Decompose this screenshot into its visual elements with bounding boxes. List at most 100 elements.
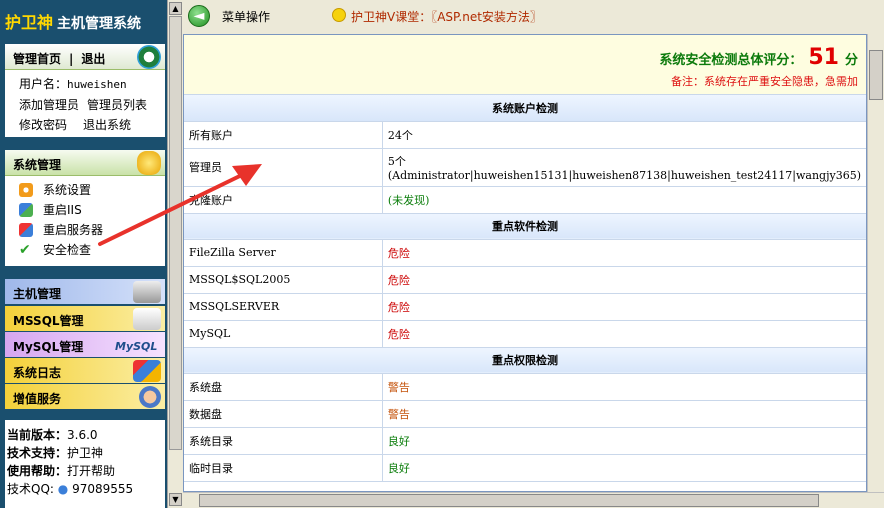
menu-system-log[interactable]: 系统日志	[5, 358, 165, 384]
menu-operation-label[interactable]: 菜单操作	[222, 8, 270, 25]
item-value: 良好	[382, 427, 866, 455]
item-value: 警告	[382, 400, 866, 428]
content-horizontal-scrollbar[interactable]	[183, 492, 884, 508]
menu-mysql-management[interactable]: MySQL管理 MySQL	[5, 332, 165, 358]
item-name: MySQL	[184, 320, 383, 348]
item-value: 警告	[382, 373, 866, 401]
home-link[interactable]: 管理首页	[13, 52, 61, 66]
qq-icon: ●	[57, 482, 69, 496]
servers-icon	[133, 281, 161, 303]
section-header: 重点权限检测	[184, 347, 866, 374]
menu-item-restart-iis[interactable]: 重启IIS	[19, 200, 165, 220]
exit-system-link[interactable]: 退出系统	[83, 118, 131, 132]
table-row: 系统盘 警告	[184, 373, 866, 401]
menu-item-security-check[interactable]: ✔ 安全检查	[19, 240, 165, 260]
support-label: 技术支持：	[7, 446, 68, 460]
table-row: 所有账户 24个	[184, 121, 866, 149]
course-link[interactable]: 护卫神V课堂：〖ASP.net安装方法〗	[351, 8, 542, 25]
menu-label: MSSQL管理	[13, 314, 84, 328]
section-title: 重点权限检测	[184, 347, 866, 374]
brand-title: 主机管理系统	[57, 16, 142, 32]
content-vertical-scrollbar[interactable]	[867, 34, 884, 492]
scroll-down-icon[interactable]: ▼	[169, 493, 182, 506]
system-panel: 系统管理 系统设置 重启IIS 重启服务器 ✔ 安全检查	[5, 150, 165, 266]
item-value: 24个	[382, 121, 866, 149]
arrow-left-icon[interactable]: ◄	[188, 5, 210, 27]
menu-label: 系统日志	[13, 366, 62, 380]
support-value: 护卫神	[67, 446, 104, 460]
system-panel-head: 系统管理	[5, 150, 165, 176]
item-name: 管理员	[184, 148, 383, 187]
scroll-up-icon[interactable]: ▲	[169, 2, 182, 15]
menu-value-added[interactable]: 增值服务	[5, 384, 165, 410]
shield-icon	[137, 45, 161, 69]
item-name: 数据盘	[184, 400, 383, 428]
item-value: (未发现)	[382, 186, 866, 214]
table-row: 克隆账户 (未发现)	[184, 186, 866, 214]
menu-mssql-management[interactable]: MSSQL管理	[5, 306, 165, 332]
item-name: MSSQL$SQL2005	[184, 266, 383, 294]
item-name: MSSQLSERVER	[184, 293, 383, 321]
version-label: 当前版本：	[7, 428, 68, 442]
restart-icon	[19, 223, 33, 237]
table-row: MySQL 危险	[184, 320, 866, 348]
help-label: 使用帮助：	[7, 464, 68, 478]
gears-icon	[137, 151, 161, 175]
item-value: 危险	[382, 239, 866, 267]
item-name: 系统目录	[184, 427, 383, 455]
score-note: 备注：系统存在严重安全隐患，急需加	[671, 75, 858, 88]
info-panel: 当前版本：3.6.0 技术支持：护卫神 使用帮助：打开帮助 技术QQ: ● 97…	[5, 420, 165, 508]
item-name: 克隆账户	[184, 186, 383, 214]
scroll-thumb[interactable]	[199, 494, 819, 507]
section-header: 系统账户检测	[184, 95, 866, 122]
table-row: FileZilla Server 危险	[184, 239, 866, 267]
admin-list-link[interactable]: 管理员列表	[87, 98, 147, 112]
menu-item-label: 重启IIS	[43, 203, 82, 217]
sidebar: 护卫神 主机管理系统 管理首页 | 退出 用户名：huweishen 添加管理员 管理员…	[0, 0, 167, 508]
table-row: MSSQL$SQL2005 危险	[184, 266, 866, 294]
table-row: 数据盘 警告	[184, 400, 866, 428]
score-label: 系统安全检测总体评分：	[659, 53, 803, 68]
logout-link[interactable]: 退出	[81, 52, 105, 66]
menu-host-management[interactable]: 主机管理	[5, 279, 165, 305]
help-link[interactable]: 打开帮助	[67, 464, 115, 478]
score-value: 51	[808, 45, 839, 70]
item-name: 所有账户	[184, 121, 383, 149]
scroll-thumb[interactable]	[869, 50, 883, 100]
user-panel-head: 管理首页 | 退出	[5, 44, 165, 70]
security-report: 系统安全检测总体评分： 51 分 备注：系统存在严重安全隐患，急需加 系统账户检测所…	[183, 34, 867, 492]
section-title: 重点软件检测	[184, 213, 866, 240]
section-header: 重点软件检测	[184, 213, 866, 240]
menu-item-restart-server[interactable]: 重启服务器	[19, 220, 165, 240]
checkmark-icon: ✔	[19, 242, 31, 258]
user-panel: 管理首页 | 退出 用户名：huweishen 添加管理员 管理员列表 修改密码 退出系…	[5, 44, 165, 137]
menu-label: 增值服务	[13, 392, 62, 406]
report-table: 系统账户检测 所有账户 24个 管理员 5个(Administrator|huweish…	[184, 95, 866, 482]
qq-value: 97089555	[72, 482, 134, 496]
item-value: 危险	[382, 266, 866, 294]
change-password-link[interactable]: 修改密码	[19, 118, 67, 132]
database-icon	[133, 308, 161, 330]
section-title: 系统账户检测	[184, 95, 866, 122]
item-name: 临时目录	[184, 454, 383, 482]
user-icon	[139, 386, 161, 408]
menu-item-settings[interactable]: 系统设置	[19, 180, 165, 200]
item-value: 危险	[382, 293, 866, 321]
item-value: 5个(Administrator|huweishen15131|huweishe…	[382, 148, 866, 187]
item-name: FileZilla Server	[184, 239, 383, 267]
brand: 护卫神 主机管理系统	[0, 0, 167, 42]
scroll-thumb[interactable]	[169, 16, 182, 450]
separator: |	[69, 52, 74, 66]
settings-icon	[19, 183, 33, 197]
version-value: 3.6.0	[67, 428, 98, 442]
item-name: 系统盘	[184, 373, 383, 401]
add-admin-link[interactable]: 添加管理员	[19, 98, 79, 112]
system-panel-title: 系统管理	[13, 158, 62, 172]
table-row: 管理员 5个(Administrator|huweishen15131|huwei…	[184, 148, 866, 187]
sidebar-scrollbar[interactable]: ▲ ▼	[167, 0, 183, 508]
menu-label: 主机管理	[13, 287, 62, 301]
item-value: 良好	[382, 454, 866, 482]
user-panel-body: 用户名：huweishen 添加管理员 管理员列表 修改密码 退出系统	[5, 70, 165, 135]
username-value: huweishen	[67, 78, 127, 91]
table-row: MSSQLSERVER 危险	[184, 293, 866, 321]
